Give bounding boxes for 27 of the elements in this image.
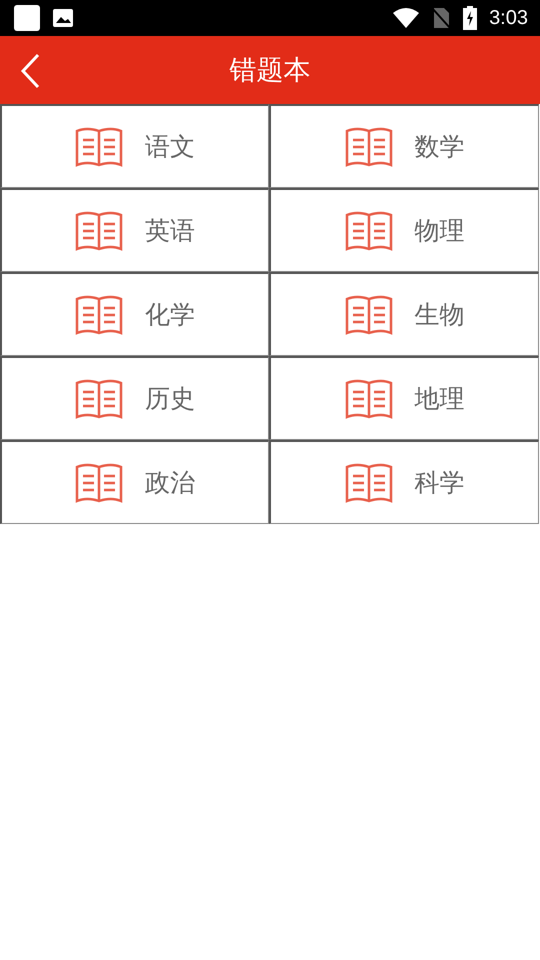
subject-tile[interactable]: 数学 xyxy=(269,104,539,188)
subject-tile[interactable]: 化学 xyxy=(0,272,269,356)
subject-tile[interactable]: 生物 xyxy=(269,272,539,356)
book-icon xyxy=(344,210,392,250)
book-icon xyxy=(75,210,123,250)
book-icon xyxy=(344,378,392,418)
clock-time: 3:03 xyxy=(489,6,528,30)
book-icon xyxy=(75,462,123,502)
book-icon xyxy=(344,294,392,334)
book-icon xyxy=(75,126,123,166)
page-title: 错题本 xyxy=(230,54,310,88)
image-icon xyxy=(52,8,74,28)
subject-tile[interactable]: 政治 xyxy=(0,440,269,524)
wifi-icon xyxy=(393,8,420,28)
subject-tile[interactable]: 科学 xyxy=(269,440,539,524)
subject-tile[interactable]: 历史 xyxy=(0,356,269,440)
no-sim-icon xyxy=(431,7,452,29)
book-icon xyxy=(344,126,392,166)
book-icon xyxy=(344,462,392,502)
battery-icon xyxy=(463,6,478,30)
book-icon xyxy=(75,294,123,334)
notification-icon xyxy=(14,5,40,31)
subject-tile[interactable]: 语文 xyxy=(0,104,269,188)
subject-tile[interactable]: 物理 xyxy=(269,188,539,272)
subject-tile[interactable]: 英语 xyxy=(0,188,269,272)
book-icon xyxy=(75,378,123,418)
subject-tile[interactable]: 地理 xyxy=(269,356,539,440)
